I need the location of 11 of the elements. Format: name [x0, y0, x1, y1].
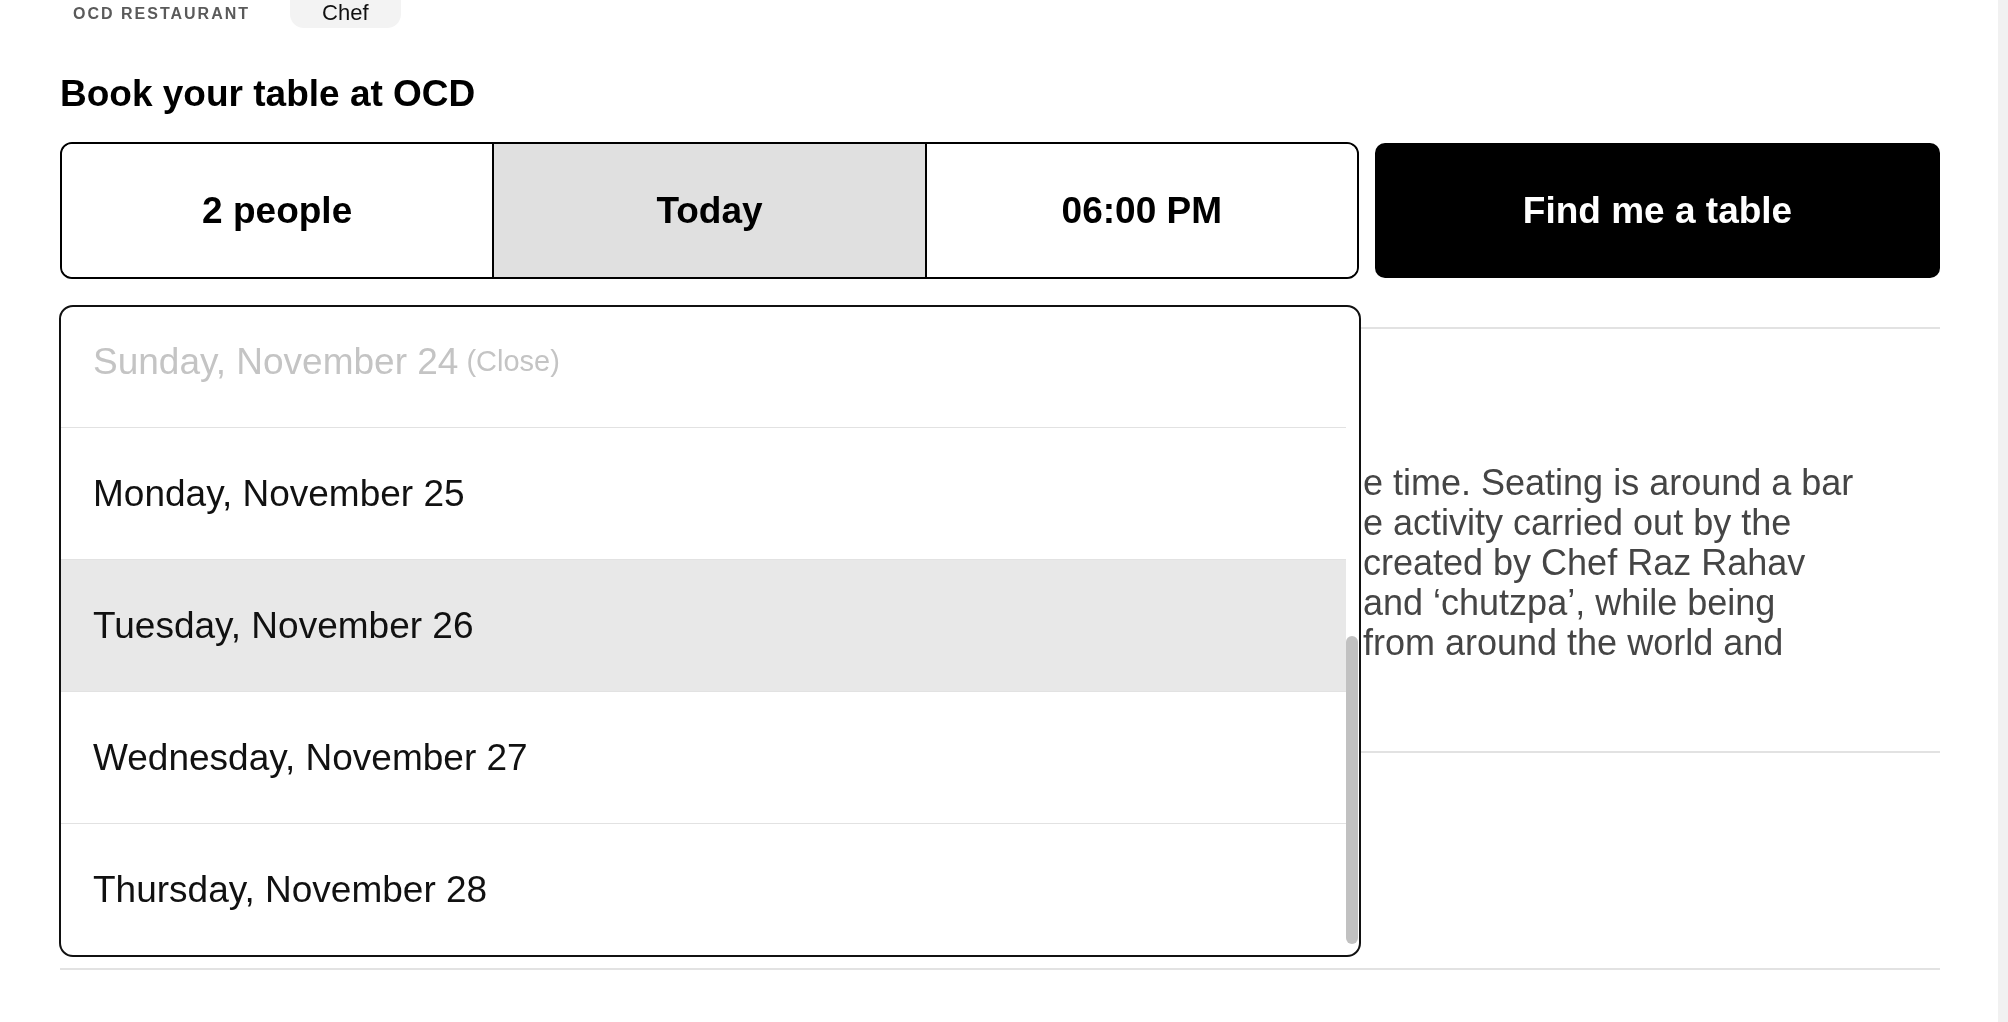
booking-option-tab[interactable]: 06:00 PM — [924, 144, 1357, 277]
date-option[interactable]: Thursday, November 28 — [61, 824, 1346, 955]
chef-tag[interactable]: Chef — [290, 0, 401, 28]
restaurant-logo[interactable]: OCD RESTAURANT — [73, 0, 251, 28]
booking-title: Book your table at OCD — [60, 72, 477, 116]
booking-option-tab[interactable]: Today — [492, 144, 925, 277]
find-table-button[interactable]: Find me a table — [1375, 143, 1940, 278]
date-option[interactable]: Tuesday, November 26 — [61, 560, 1346, 692]
scrollbar-thumb[interactable] — [1346, 636, 1358, 944]
paragraph-text: e time. Seating is around a bar e activity carried out by the created by Chef Raz Rahav and ‘chutzpa’, while being from around the world and — [1363, 463, 1855, 663]
date-option[interactable]: Wednesday, November 27 — [61, 692, 1346, 824]
